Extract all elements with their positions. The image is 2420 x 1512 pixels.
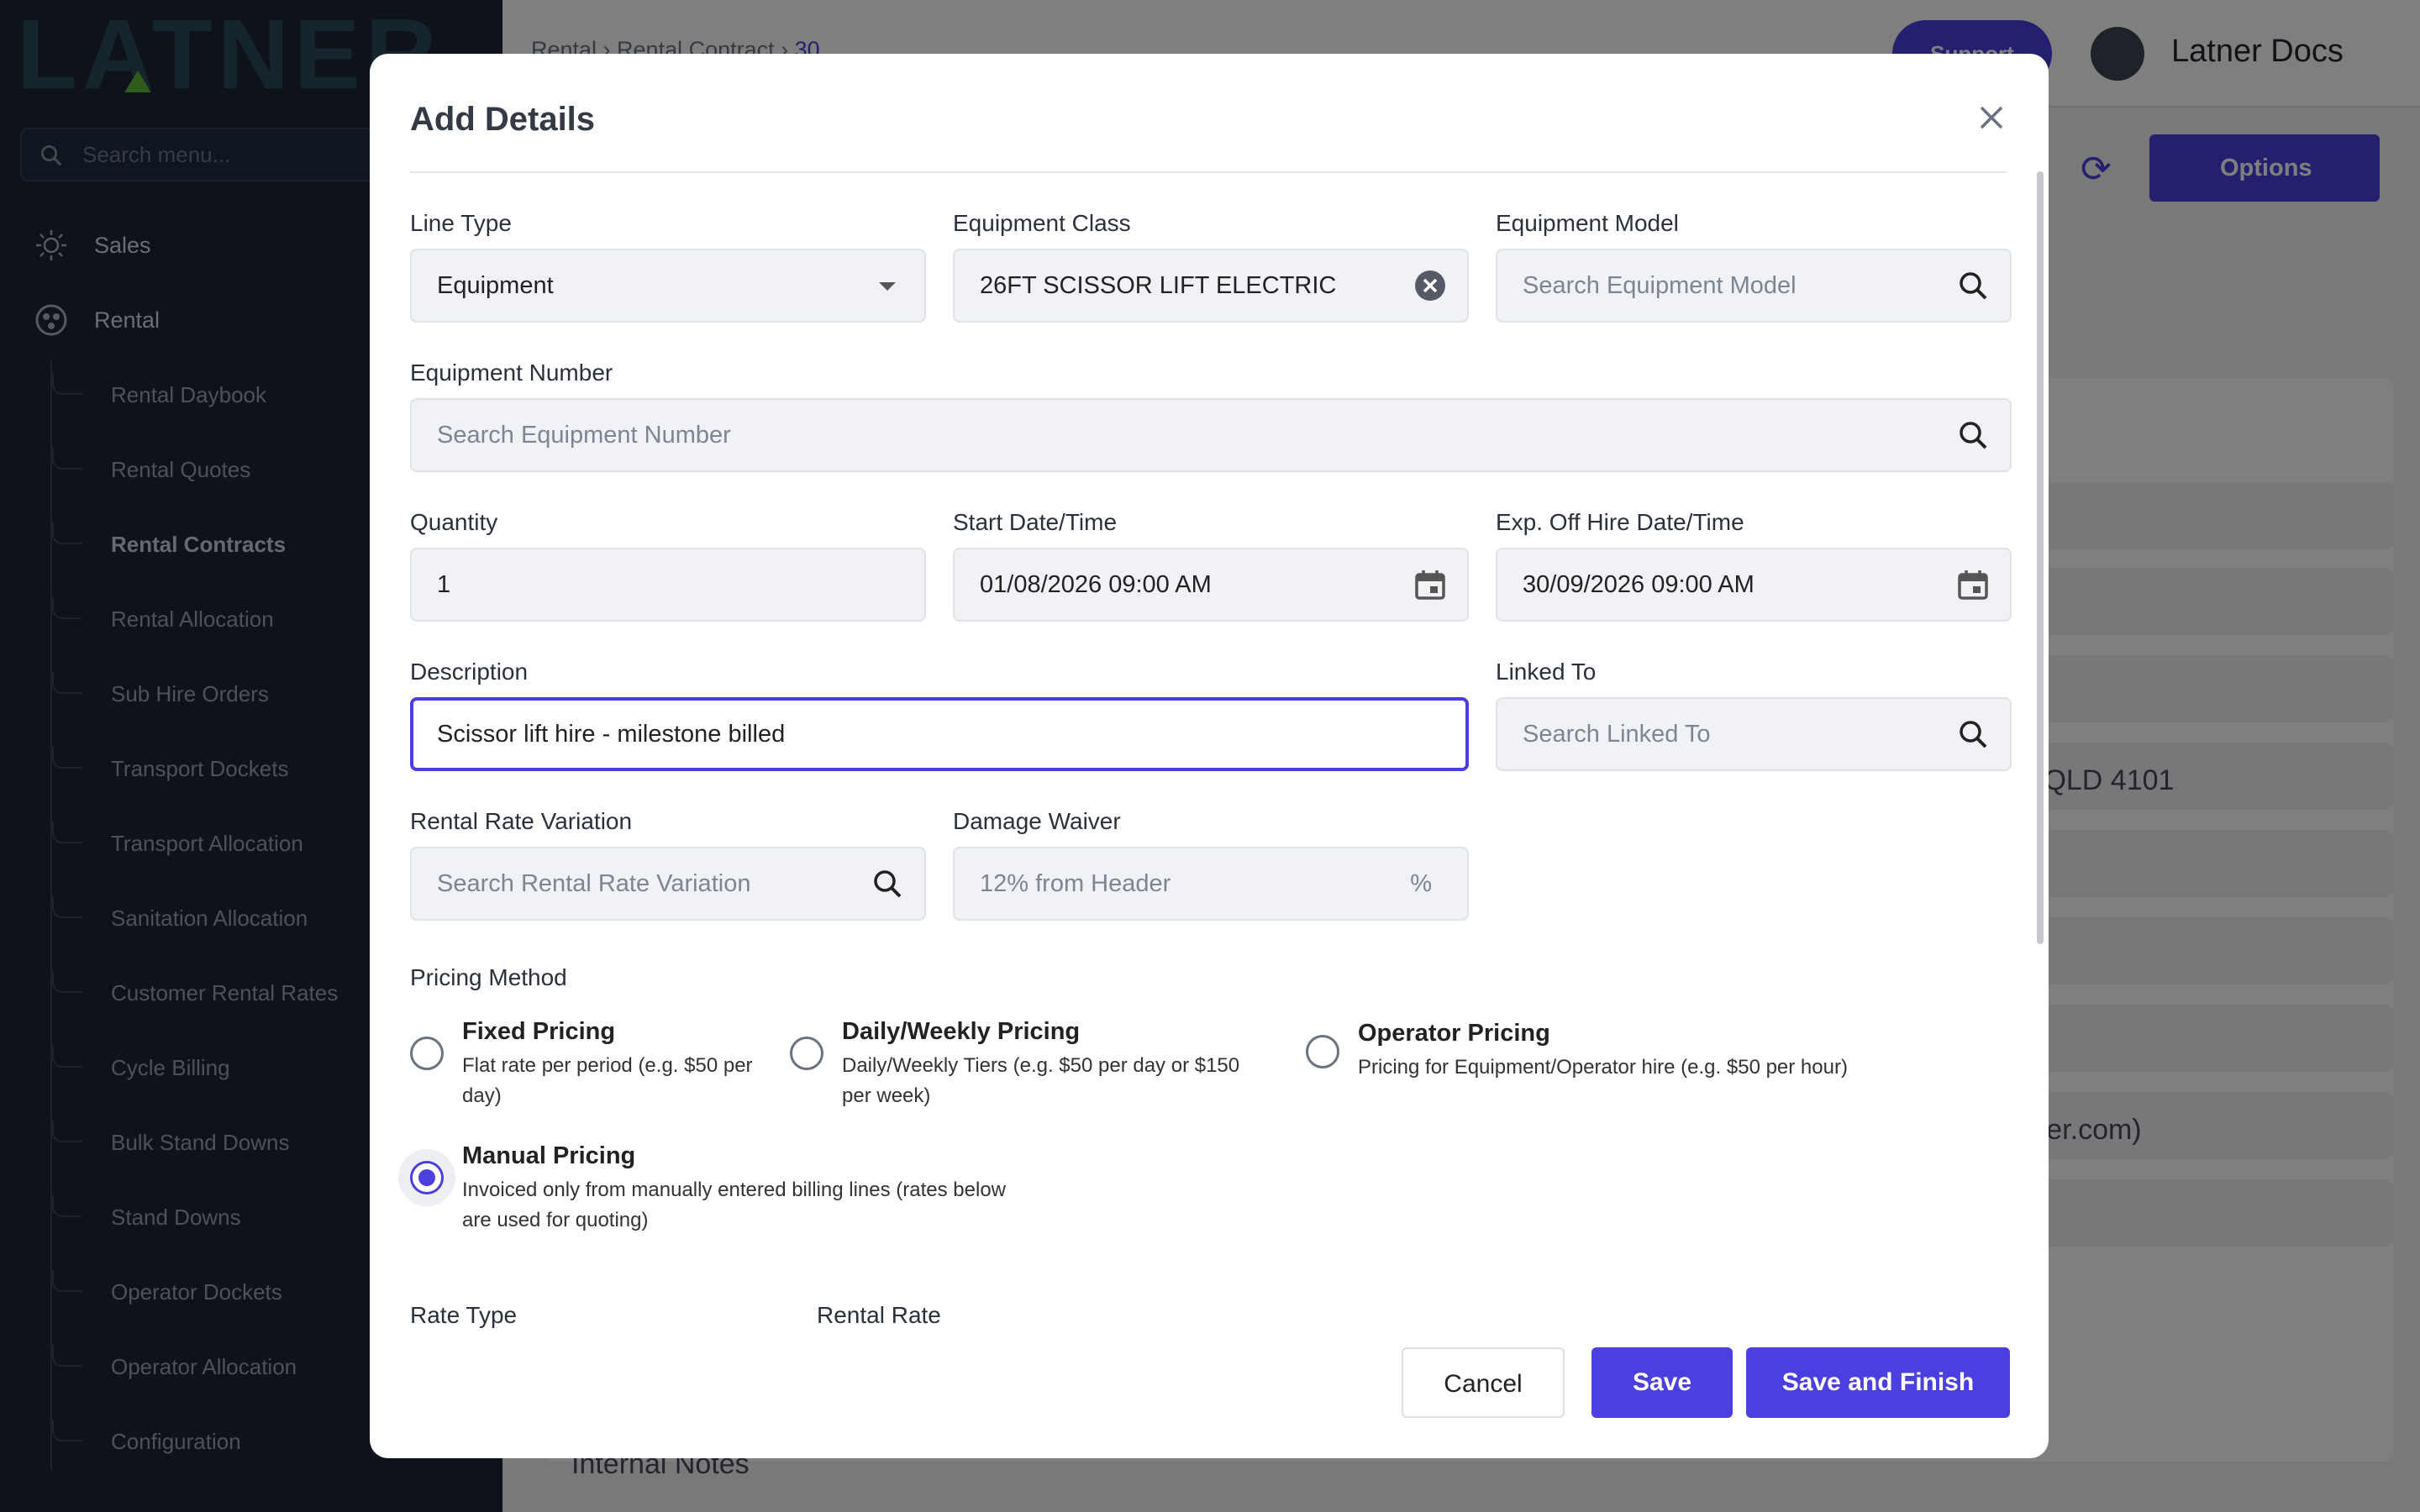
equipment-class-label: Equipment Class — [953, 210, 1131, 236]
rate-variation-input[interactable]: Search Rental Rate Variation — [410, 847, 926, 921]
radio-title: Operator Pricing — [1358, 1020, 1550, 1047]
radio-manual-pricing[interactable]: Manual Pricing Invoiced only from manual… — [410, 1142, 1015, 1236]
radio-title: Fixed Pricing — [462, 1018, 616, 1045]
quantity-label: Quantity — [410, 509, 498, 535]
radio-description: Flat rate per period (e.g. $50 per day) — [462, 1054, 753, 1107]
start-date-input[interactable]: 01/08/2026 09:00 AM — [953, 548, 1469, 622]
save-button[interactable]: Save — [1591, 1347, 1733, 1418]
rate-variation-placeholder: Search Rental Rate Variation — [437, 870, 751, 897]
off-hire-date-label: Exp. Off Hire Date/Time — [1496, 509, 1744, 535]
radio-description: Invoiced only from manually entered bill… — [462, 1179, 1006, 1231]
search-icon[interactable] — [1956, 269, 1990, 302]
radio-daily-weekly-pricing[interactable]: Daily/Weekly Pricing Daily/Weekly Tiers … — [790, 1018, 1269, 1111]
description-value: Scissor lift hire - milestone billed — [437, 721, 786, 748]
calendar-icon[interactable] — [1413, 568, 1447, 601]
linked-to-input[interactable]: Search Linked To — [1496, 697, 2012, 771]
equipment-model-input[interactable]: Search Equipment Model — [1496, 249, 2012, 323]
quantity-input[interactable]: 1 — [410, 548, 926, 622]
damage-waiver-label: Damage Waiver — [953, 808, 1121, 834]
start-date-label: Start Date/Time — [953, 509, 1118, 535]
save-and-finish-button[interactable]: Save and Finish — [1746, 1347, 2010, 1418]
search-icon[interactable] — [1956, 717, 1990, 751]
close-icon[interactable] — [1971, 97, 2012, 138]
dropdown-arrow-icon — [879, 282, 896, 291]
description-input[interactable]: Scissor lift hire - milestone billed — [410, 697, 1469, 771]
modal-title: Add Details — [410, 101, 596, 138]
rate-type-label: Rate Type — [410, 1302, 518, 1328]
radio-description: Pricing for Equipment/Operator hire (e.g… — [1358, 1056, 1848, 1079]
off-hire-date-input[interactable]: 30/09/2026 09:00 AM — [1496, 548, 2012, 622]
linked-to-label: Linked To — [1496, 659, 1597, 685]
rental-rate-label: Rental Rate — [817, 1302, 941, 1328]
rate-variation-label: Rental Rate Variation — [410, 808, 633, 834]
damage-waiver-placeholder: 12% from Header — [980, 870, 1171, 897]
scrollbar[interactable] — [2037, 171, 2044, 944]
quantity-value: 1 — [437, 571, 451, 598]
equipment-number-label: Equipment Number — [410, 360, 613, 386]
add-details-modal: Add Details Line Type Equipment Equipmen… — [370, 54, 2049, 1458]
percent-suffix: % — [1410, 870, 1432, 897]
equipment-number-input[interactable]: Search Equipment Number — [410, 398, 2012, 472]
line-type-select[interactable]: Equipment — [410, 249, 926, 323]
radio-operator-pricing[interactable]: Operator Pricing Pricing for Equipment/O… — [1306, 1020, 1978, 1083]
search-icon[interactable] — [871, 867, 904, 900]
equipment-class-value: 26FT SCISSOR LIFT ELECTRIC — [980, 272, 1337, 299]
calendar-icon[interactable] — [1956, 568, 1990, 601]
radio-fixed-pricing[interactable]: Fixed Pricing Flat rate per period (e.g.… — [410, 1018, 755, 1111]
damage-waiver-input[interactable]: 12% from Header % — [953, 847, 1469, 921]
radio-circle[interactable] — [410, 1037, 444, 1070]
radio-description: Daily/Weekly Tiers (e.g. $50 per day or … — [842, 1054, 1240, 1107]
off-hire-date-value: 30/09/2026 09:00 AM — [1523, 571, 1754, 598]
radio-circle[interactable] — [790, 1037, 823, 1070]
equipment-class-field[interactable]: 26FT SCISSOR LIFT ELECTRIC — [953, 249, 1469, 323]
search-icon[interactable] — [1956, 418, 1990, 452]
line-type-value: Equipment — [437, 272, 554, 299]
divider — [410, 171, 2007, 173]
clear-icon[interactable] — [1413, 269, 1447, 302]
equipment-number-placeholder: Search Equipment Number — [437, 422, 731, 449]
description-label: Description — [410, 659, 529, 685]
line-type-label: Line Type — [410, 210, 512, 236]
radio-circle[interactable] — [1306, 1035, 1339, 1068]
equipment-model-label: Equipment Model — [1496, 210, 1679, 236]
equipment-model-placeholder: Search Equipment Model — [1523, 272, 1797, 299]
radio-title: Manual Pricing — [462, 1142, 636, 1169]
cancel-button[interactable]: Cancel — [1402, 1347, 1565, 1418]
radio-circle-selected[interactable] — [410, 1161, 444, 1194]
start-date-value: 01/08/2026 09:00 AM — [980, 571, 1212, 598]
radio-title: Daily/Weekly Pricing — [842, 1018, 1081, 1045]
pricing-method-label: Pricing Method — [410, 964, 567, 990]
linked-to-placeholder: Search Linked To — [1523, 721, 1711, 748]
